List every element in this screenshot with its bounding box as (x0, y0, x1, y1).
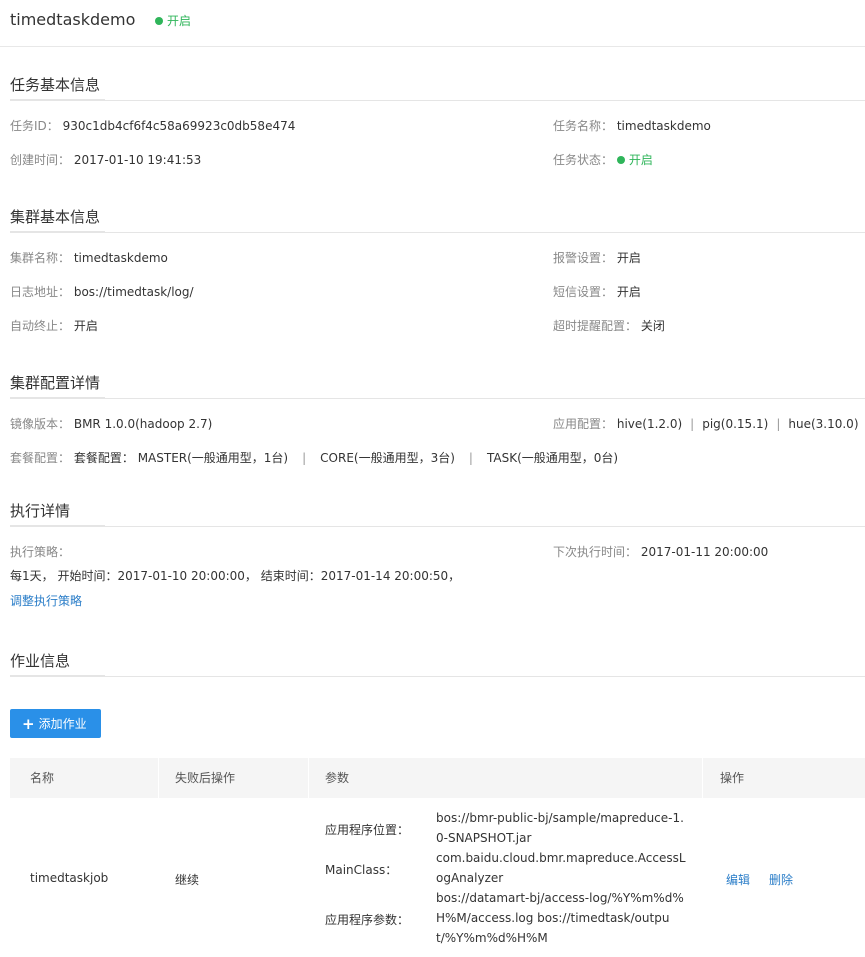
apps-field: 应用配置： hive(1.2.0) | pig(0.15.1) | hue(3.10.0… (553, 415, 859, 432)
job-fail-action: 继续 (175, 873, 200, 887)
task-id-value: 930c1db4cf6f4c58a69923c0db58e474 (62, 119, 296, 133)
section-underline (10, 99, 105, 101)
package-prefix: 套餐配置： (73, 451, 134, 465)
policy-text: 每1天， 开始时间：2017-01-10 20:00:00， 结束时间：2017… (10, 569, 461, 583)
task-name-value: timedtaskdemo (616, 119, 711, 133)
auto-stop-value: 开启 (73, 319, 98, 333)
cluster-name-value: timedtaskdemo (73, 251, 168, 265)
status-text: 开启 (167, 14, 192, 28)
task-id-field: 任务ID： 930c1db4cf6f4c58a69923c0db58e474 (10, 117, 295, 134)
separator: | (468, 451, 473, 465)
cluster-name-label: 集群名称： (10, 251, 71, 265)
param-label-main-class: MainClass： (325, 863, 398, 877)
section-title-cluster-config: 集群配置详情 (10, 374, 101, 392)
create-time-value: 2017-01-10 19:41:53 (73, 153, 202, 167)
separator: | (690, 417, 695, 431)
section-underline (10, 525, 105, 527)
plus-icon: + (22, 715, 35, 733)
cluster-name-field: 集群名称： timedtaskdemo (10, 249, 168, 266)
sms-field: 短信设置： 开启 (553, 283, 641, 300)
section-title-cluster-info: 集群基本信息 (10, 208, 101, 226)
app-item: pig(0.15.1) (702, 417, 769, 431)
divider (10, 526, 865, 527)
page-header: timedtaskdemo 开启 (0, 0, 865, 47)
job-name: timedtaskjob (30, 871, 109, 885)
divider (10, 100, 865, 101)
log-path-value: bos://timedtask/log/ (73, 285, 194, 299)
status-dot-icon (155, 16, 163, 25)
sms-value: 开启 (616, 285, 641, 299)
column-divider (308, 758, 309, 798)
column-header-name: 名称 (30, 771, 55, 785)
column-divider (158, 758, 159, 798)
package-item: MASTER(一般通用型，1台) (137, 451, 289, 465)
task-status-field: 任务状态： 开启 (553, 151, 653, 168)
task-status-value: 开启 (628, 153, 653, 167)
add-job-label: 添加作业 (38, 717, 87, 731)
app-item: hue(3.10.0) (788, 417, 859, 431)
task-id-label: 任务ID： (10, 119, 59, 133)
image-version-value: BMR 1.0.0(hadoop 2.7) (73, 417, 213, 431)
alarm-label: 报警设置： (553, 251, 614, 265)
timeout-value: 关闭 (640, 319, 665, 333)
param-value-args: bos://datamart-bj/access-log/%Y%m%d%H%M/… (436, 891, 684, 945)
task-status-label: 任务状态： (553, 153, 614, 167)
delete-job-link[interactable]: 删除 (769, 871, 793, 888)
auto-stop-label: 自动终止： (10, 319, 71, 333)
section-title-task-info: 任务基本信息 (10, 76, 101, 94)
package-field: 套餐配置： 套餐配置： MASTER(一般通用型，1台) | CORE(一般通用型，… (10, 449, 618, 466)
apps-label: 应用配置： (553, 417, 614, 431)
next-run-field: 下次执行时间： 2017-01-11 20:00:00 (553, 543, 768, 560)
section-underline (10, 397, 105, 399)
alarm-field: 报警设置： 开启 (553, 249, 641, 266)
next-run-value: 2017-01-11 20:00:00 (640, 545, 769, 559)
separator: | (776, 417, 781, 431)
column-header-actions: 操作 (720, 771, 745, 785)
status-dot-icon (616, 155, 625, 164)
param-value-main-class: com.baidu.cloud.bmr.mapreduce.AccessLogA… (436, 851, 686, 885)
section-title-jobs: 作业信息 (10, 652, 71, 670)
alarm-value: 开启 (616, 251, 641, 265)
edit-job-link[interactable]: 编辑 (726, 871, 750, 888)
image-version-label: 镜像版本： (10, 417, 71, 431)
page-title: timedtaskdemo (10, 10, 136, 29)
app-item: hive(1.2.0) (616, 417, 683, 431)
task-name-field: 任务名称： timedtaskdemo (553, 117, 711, 134)
log-path-label: 日志地址： (10, 285, 71, 299)
status-badge: 开启 (155, 12, 191, 29)
param-value-jar: bos://bmr-public-bj/sample/mapreduce-1.0… (436, 811, 684, 845)
image-version-field: 镜像版本： BMR 1.0.0(hadoop 2.7) (10, 415, 212, 432)
column-divider (702, 758, 703, 798)
add-job-button[interactable]: + 添加作业 (10, 709, 101, 738)
package-item: CORE(一般通用型，3台) (320, 451, 455, 465)
sms-label: 短信设置： (553, 285, 614, 299)
next-run-label: 下次执行时间： (553, 545, 638, 559)
section-underline (10, 675, 105, 677)
jobs-table-header: 名称 失败后操作 参数 操作 (10, 758, 865, 798)
log-path-field: 日志地址： bos://timedtask/log/ (10, 283, 194, 300)
column-header-fail-action: 失败后操作 (175, 771, 236, 785)
create-time-field: 创建时间： 2017-01-10 19:41:53 (10, 151, 201, 168)
auto-stop-field: 自动终止： 开启 (10, 317, 98, 334)
divider (10, 398, 865, 399)
package-label: 套餐配置： (10, 451, 71, 465)
separator: | (302, 451, 307, 465)
package-item: TASK(一般通用型，0台) (486, 451, 619, 465)
timeout-field: 超时提醒配置： 关闭 (553, 317, 665, 334)
timeout-label: 超时提醒配置： (553, 319, 638, 333)
create-time-label: 创建时间： (10, 153, 71, 167)
param-label-args: 应用程序参数： (325, 913, 410, 927)
section-underline (10, 231, 105, 233)
section-title-execution: 执行详情 (10, 502, 71, 520)
policy-label: 执行策略： (10, 545, 71, 559)
adjust-policy-link[interactable]: 调整执行策略 (10, 592, 82, 609)
param-label-jar: 应用程序位置： (325, 823, 410, 837)
task-name-label: 任务名称： (553, 119, 614, 133)
column-header-params: 参数 (325, 771, 350, 785)
divider (10, 232, 865, 233)
divider (10, 676, 865, 677)
